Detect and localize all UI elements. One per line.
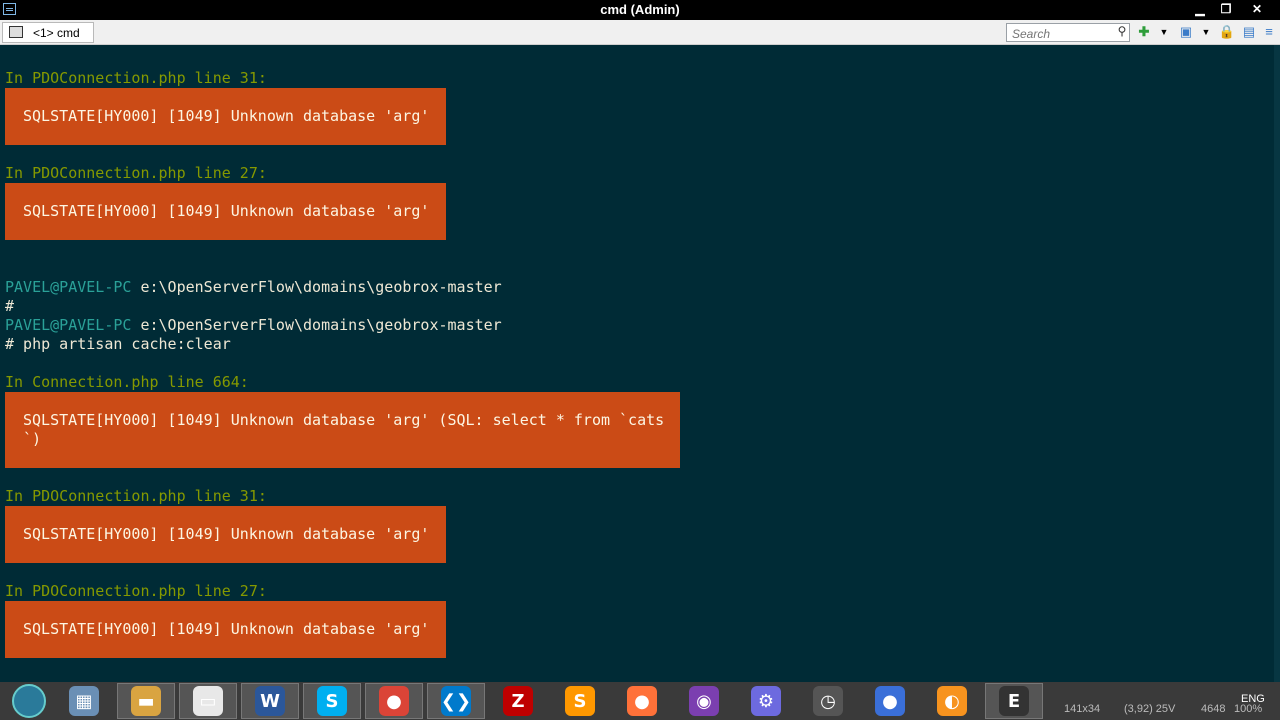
filezilla-icon: Z <box>503 686 533 716</box>
podcast-taskbar-button[interactable]: ◉ <box>675 683 733 719</box>
chrome-icon: ● <box>379 686 409 716</box>
uc-browser-icon: ◐ <box>937 686 967 716</box>
minimize-icon[interactable]: ▁ <box>1187 0 1213 18</box>
new-console-dropdown-icon[interactable]: ▼ <box>1155 23 1173 41</box>
clock-icon: ◷ <box>813 686 843 716</box>
console-line: In PDOConnection.php line 31: <box>5 487 267 505</box>
toolbar: <1> cmd ⚲ ✚ ▼ ▣ ▼ 🔒 ▤ ≡ <box>0 20 1280 45</box>
console-line: In PDOConnection.php line 27: <box>5 582 267 600</box>
prompt-line: PAVEL@PAVEL-PC e:\OpenServerFlow\domains… <box>5 316 502 335</box>
podcast-icon: ◉ <box>689 686 719 716</box>
word-taskbar-button[interactable]: W <box>241 683 299 719</box>
prompt-user: PAVEL@PAVEL-PC <box>5 316 132 334</box>
error-message: SQLSTATE[HY000] [1049] Unknown database … <box>23 202 430 220</box>
prompt-user: PAVEL@PAVEL-PC <box>5 278 132 296</box>
skype-icon: S <box>317 686 347 716</box>
file-explorer-icon: ▬ <box>131 686 161 716</box>
sublime-icon: S <box>565 686 595 716</box>
error-block: SQLSTATE[HY000] [1049] Unknown database … <box>5 392 680 468</box>
console-line: In Connection.php line 664: <box>5 373 249 391</box>
settings-taskbar-button[interactable]: ⚙ <box>737 683 795 719</box>
menu-icon[interactable]: ≡ <box>1260 23 1278 41</box>
skype-taskbar-button[interactable]: S <box>303 683 361 719</box>
error-block: SQLSTATE[HY000] [1049] Unknown database … <box>5 88 446 145</box>
vscode-icon: ❮❯ <box>441 686 471 716</box>
error-message: SQLSTATE[HY000] [1049] Unknown database … <box>23 525 430 543</box>
uc-browser-taskbar-button[interactable]: ◐ <box>923 683 981 719</box>
tab-label: <1> cmd <box>33 26 80 40</box>
error-block: SQLSTATE[HY000] [1049] Unknown database … <box>5 183 446 240</box>
error-block: SQLSTATE[HY000] [1049] Unknown database … <box>5 601 446 658</box>
cmd-tab-icon <box>9 26 23 38</box>
status-size: 141x34 <box>1064 703 1101 715</box>
start-orb-icon <box>12 684 46 718</box>
panel-icon[interactable]: ▤ <box>1240 23 1258 41</box>
file-explorer-taskbar-button[interactable]: ▬ <box>117 683 175 719</box>
word-icon: W <box>255 686 285 716</box>
vscode-taskbar-button[interactable]: ❮❯ <box>427 683 485 719</box>
tab-cmd[interactable]: <1> cmd <box>2 22 94 43</box>
restore-icon[interactable]: ❐ <box>1213 0 1239 18</box>
calculator-taskbar-button[interactable]: ▦ <box>55 683 113 719</box>
error-block: SQLSTATE[HY000] [1049] Unknown database … <box>5 506 446 563</box>
console-line: In PDOConnection.php line 27: <box>5 164 267 182</box>
console-line: # <box>5 297 15 315</box>
prompt-path: e:\OpenServerFlow\domains\geobrox-master <box>140 278 502 296</box>
status-cursor: (3,92) 25V <box>1124 703 1176 715</box>
firefox-dev-icon: ● <box>875 686 905 716</box>
new-console-icon[interactable]: ✚ <box>1135 23 1153 41</box>
sublime-taskbar-button[interactable]: S <box>551 683 609 719</box>
clock-taskbar-button[interactable]: ◷ <box>799 683 857 719</box>
firefox-dev-taskbar-button[interactable]: ● <box>861 683 919 719</box>
prompt-line: PAVEL@PAVEL-PC e:\OpenServerFlow\domains… <box>5 278 502 297</box>
search-input[interactable] <box>1006 23 1130 42</box>
console-output[interactable]: In PDOConnection.php line 31: SQLSTATE[H… <box>0 45 1280 682</box>
console-line: In PDOConnection.php line 31: <box>5 69 267 87</box>
error-message: SQLSTATE[HY000] [1049] Unknown database … <box>23 107 430 125</box>
lock-icon[interactable]: 🔒 <box>1218 23 1236 41</box>
prompt-path: e:\OpenServerFlow\domains\geobrox-master <box>140 316 502 334</box>
layout-dropdown-icon[interactable]: ▼ <box>1197 23 1215 41</box>
folder-taskbar-button[interactable]: ▭ <box>179 683 237 719</box>
window-title: cmd (Admin) <box>600 2 680 17</box>
settings-icon: ⚙ <box>751 686 781 716</box>
title-bar: cmd (Admin) ▁ ❐ ✕ <box>0 0 1280 20</box>
firefox-taskbar-button[interactable]: ● <box>613 683 671 719</box>
status-count: 4648 <box>1201 703 1226 715</box>
firefox-icon: ● <box>627 686 657 716</box>
conemu-icon: E <box>999 686 1029 716</box>
folder-icon: ▭ <box>193 686 223 716</box>
calculator-icon: ▦ <box>69 686 99 716</box>
window-layout-icon[interactable]: ▣ <box>1177 23 1195 41</box>
search-icon[interactable]: ⚲ <box>1114 24 1130 40</box>
error-message: SQLSTATE[HY000] [1049] Unknown database … <box>23 620 430 638</box>
error-message-cont: `) <box>23 430 42 448</box>
close-icon[interactable]: ✕ <box>1244 0 1270 18</box>
language-indicator[interactable]: ENG <box>1241 693 1265 705</box>
chrome-taskbar-button[interactable]: ● <box>365 683 423 719</box>
conemu-taskbar-button[interactable]: E <box>985 683 1043 719</box>
error-message: SQLSTATE[HY000] [1049] Unknown database … <box>23 411 665 429</box>
scrollbar[interactable] <box>1274 45 1280 682</box>
command-line: # php artisan cache:clear <box>5 335 231 353</box>
start-button[interactable] <box>0 683 58 719</box>
filezilla-taskbar-button[interactable]: Z <box>489 683 547 719</box>
